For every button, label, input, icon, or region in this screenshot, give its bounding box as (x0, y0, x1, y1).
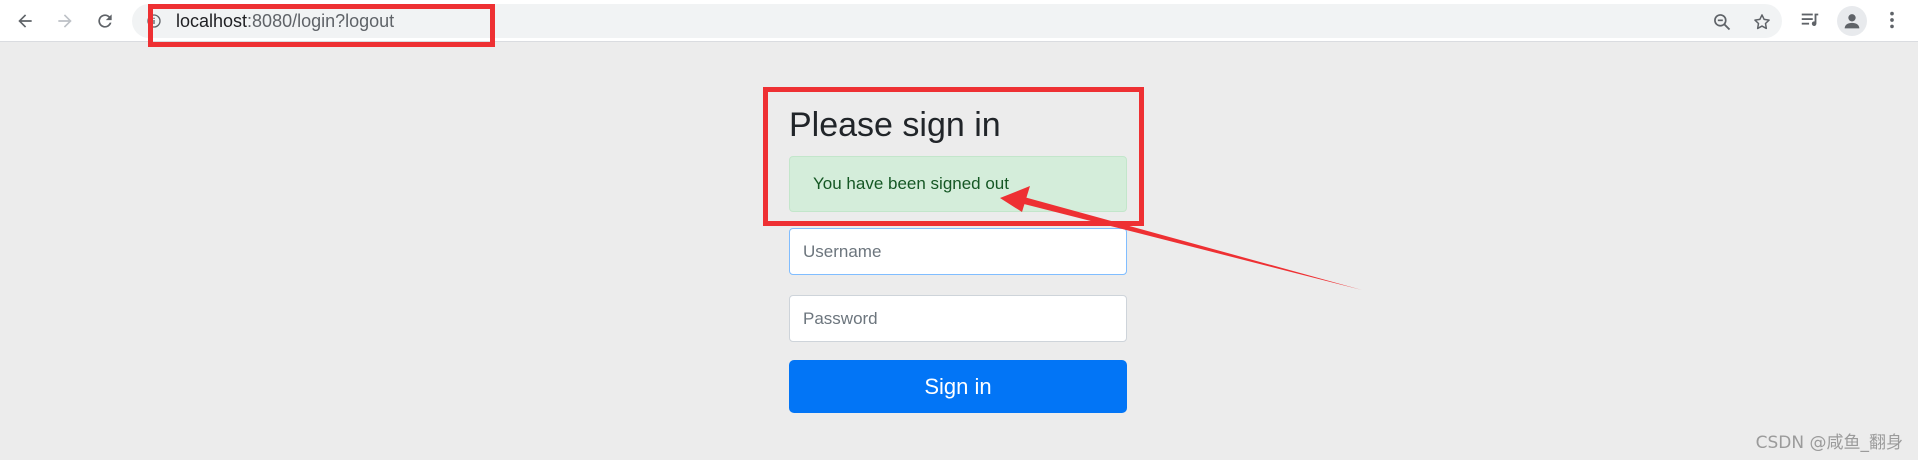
annotation-arrow (1000, 186, 1362, 290)
arrow-shaft (1020, 197, 1362, 290)
watermark: CSDN @咸鱼_翻身 (1755, 433, 1903, 453)
arrow-head (1000, 186, 1030, 212)
